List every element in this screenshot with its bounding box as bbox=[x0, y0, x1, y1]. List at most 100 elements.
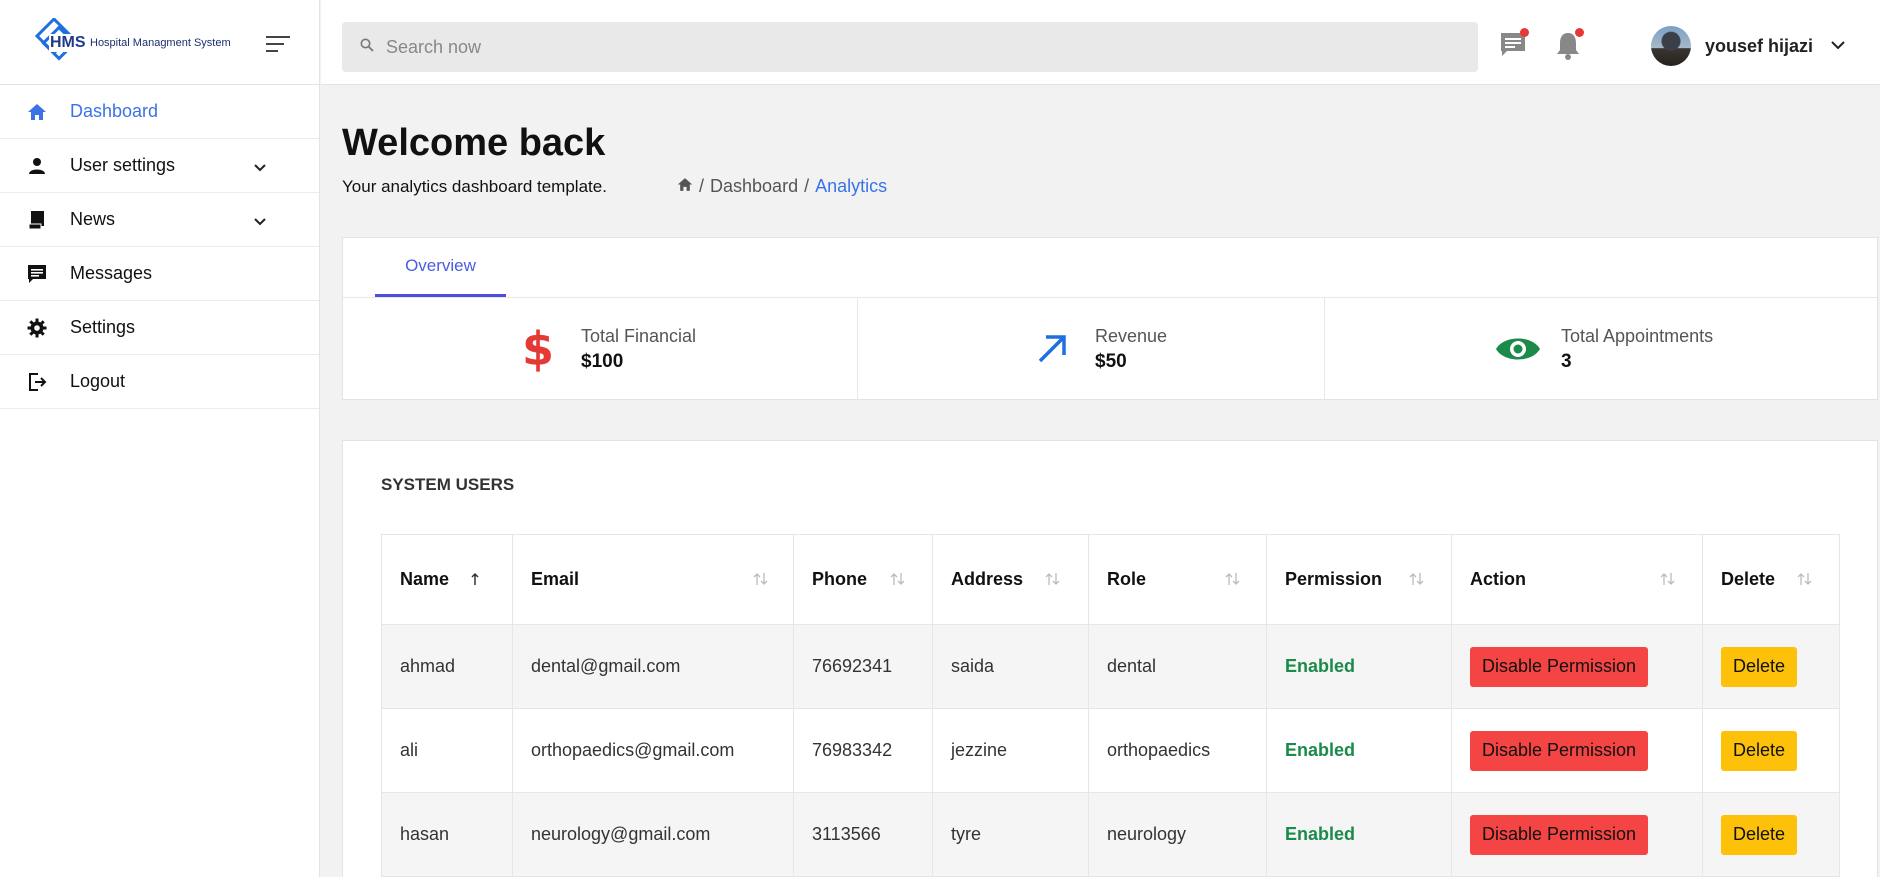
stat-revenue: Revenue $50 bbox=[1027, 298, 1167, 400]
sidebar-item-messages[interactable]: Messages bbox=[0, 247, 319, 301]
sidebar-item-news[interactable]: News bbox=[0, 193, 319, 247]
cell-role: orthopaedics bbox=[1088, 708, 1267, 793]
tab-overview[interactable]: Overview bbox=[375, 238, 506, 297]
divider bbox=[1324, 298, 1325, 400]
column-header-permission[interactable]: Permission bbox=[1266, 534, 1452, 625]
column-header-name[interactable]: Name bbox=[381, 534, 513, 625]
page-subtitle: Your analytics dashboard template. bbox=[342, 177, 607, 196]
sort-icon[interactable] bbox=[1660, 571, 1676, 592]
column-header-phone[interactable]: Phone bbox=[793, 534, 933, 625]
cell-action: Disable Permission bbox=[1451, 624, 1703, 709]
disable-permission-button[interactable]: Disable Permission bbox=[1470, 814, 1649, 855]
sidebar-item-logout[interactable]: Logout bbox=[0, 355, 319, 409]
user-menu[interactable]: yousef hijazi bbox=[1651, 26, 1845, 66]
brand-name: Hospital Managment System bbox=[90, 37, 231, 49]
page-title: Welcome back bbox=[342, 122, 606, 164]
sort-icon[interactable] bbox=[1225, 571, 1241, 592]
cell-delete: Delete bbox=[1702, 624, 1840, 709]
cell-email: neurology@gmail.com bbox=[512, 792, 794, 877]
cell-action: Disable Permission bbox=[1451, 708, 1703, 793]
sidebar-item-label: News bbox=[70, 209, 116, 229]
cell-name: hasan bbox=[381, 792, 513, 877]
stat-value: $100 bbox=[581, 350, 624, 372]
column-header-action[interactable]: Action bbox=[1451, 534, 1703, 625]
column-header-role[interactable]: Role bbox=[1088, 534, 1267, 625]
topbar: yousef hijazi bbox=[321, 0, 1880, 85]
permission-status: Enabled bbox=[1285, 740, 1356, 760]
chevron-down-icon[interactable] bbox=[254, 213, 266, 231]
sidebar-item-dashboard[interactable]: Dashboard bbox=[0, 85, 319, 139]
delete-button[interactable]: Delete bbox=[1721, 814, 1798, 855]
arrow-up-right-icon bbox=[1027, 324, 1077, 374]
cell-delete: Delete bbox=[1702, 792, 1840, 877]
stat-value: $50 bbox=[1095, 350, 1127, 372]
sort-asc-icon[interactable] bbox=[470, 571, 484, 592]
stat-total-financial: $ Total Financial $100 bbox=[513, 298, 696, 400]
home-icon bbox=[26, 101, 48, 123]
cell-name: ali bbox=[381, 708, 513, 793]
sidebar-item-label: Logout bbox=[70, 371, 126, 391]
sidebar-item-label: Dashboard bbox=[70, 101, 159, 121]
hms-logo: HMS bbox=[32, 16, 88, 66]
sidebar-item-settings[interactable]: Settings bbox=[0, 301, 319, 355]
menu-toggle-icon[interactable] bbox=[266, 36, 290, 54]
sidebar-item-label: User settings bbox=[70, 155, 176, 175]
table-row: hasan neurology@gmail.com 3113566 tyre n… bbox=[381, 792, 1840, 877]
home-icon[interactable] bbox=[677, 176, 693, 197]
cell-permission: Enabled bbox=[1266, 624, 1452, 709]
stat-total-appointments: Total Appointments 3 bbox=[1493, 298, 1713, 400]
messages-icon[interactable] bbox=[1499, 28, 1529, 60]
search-bar[interactable] bbox=[342, 22, 1478, 72]
cell-email: dental@gmail.com bbox=[512, 624, 794, 709]
search-input[interactable] bbox=[386, 36, 1436, 58]
eye-icon bbox=[1493, 324, 1543, 374]
stat-label: Total Financial bbox=[581, 325, 697, 346]
logo-text: HMS bbox=[49, 34, 87, 52]
sort-icon[interactable] bbox=[1045, 571, 1061, 592]
gear-icon bbox=[26, 317, 48, 339]
cell-phone: 3113566 bbox=[793, 792, 933, 877]
cell-phone: 76983342 bbox=[793, 708, 933, 793]
message-icon bbox=[26, 263, 48, 285]
brand[interactable]: HMS Hospital Managment System bbox=[0, 0, 319, 85]
system-users-card: SYSTEM USERS Name Email Phone Address Ro… bbox=[342, 440, 1878, 877]
disable-permission-button[interactable]: Disable Permission bbox=[1470, 730, 1649, 771]
stat-label: Revenue bbox=[1095, 325, 1168, 346]
avatar bbox=[1651, 26, 1691, 66]
delete-button[interactable]: Delete bbox=[1721, 730, 1798, 771]
person-icon bbox=[26, 155, 48, 177]
breadcrumb-separator: / bbox=[699, 176, 705, 196]
notification-dot bbox=[1575, 28, 1584, 37]
cell-address: saida bbox=[932, 624, 1089, 709]
delete-button[interactable]: Delete bbox=[1721, 646, 1798, 687]
section-title: SYSTEM USERS bbox=[381, 475, 515, 494]
sidebar-item-user-settings[interactable]: User settings bbox=[0, 139, 319, 193]
logout-icon bbox=[26, 371, 48, 393]
cell-permission: Enabled bbox=[1266, 792, 1452, 877]
table-row: ali orthopaedics@gmail.com 76983342 jezz… bbox=[381, 708, 1840, 793]
breadcrumb-separator: / bbox=[804, 176, 810, 196]
column-header-address[interactable]: Address bbox=[932, 534, 1089, 625]
sort-icon[interactable] bbox=[1797, 571, 1813, 592]
chevron-down-icon[interactable] bbox=[1831, 37, 1845, 55]
dollar-icon: $ bbox=[521, 322, 554, 376]
breadcrumb: / Dashboard / Analytics bbox=[677, 176, 887, 197]
cell-role: dental bbox=[1088, 624, 1267, 709]
sort-icon[interactable] bbox=[890, 571, 906, 592]
user-name: yousef hijazi bbox=[1705, 35, 1814, 56]
cell-address: tyre bbox=[932, 792, 1089, 877]
column-header-delete[interactable]: Delete bbox=[1702, 534, 1840, 625]
bell-icon[interactable] bbox=[1554, 28, 1584, 60]
breadcrumb-dashboard[interactable]: Dashboard bbox=[710, 176, 798, 197]
chevron-down-icon[interactable] bbox=[254, 159, 266, 177]
search-icon bbox=[360, 38, 374, 57]
sort-icon[interactable] bbox=[753, 571, 769, 592]
news-icon bbox=[26, 209, 48, 231]
sort-icon[interactable] bbox=[1409, 571, 1425, 592]
column-header-email[interactable]: Email bbox=[512, 534, 794, 625]
stat-value: 3 bbox=[1561, 350, 1572, 372]
table-row: ahmad dental@gmail.com 76692341 saida de… bbox=[381, 624, 1840, 709]
disable-permission-button[interactable]: Disable Permission bbox=[1470, 646, 1649, 687]
cell-name: ahmad bbox=[381, 624, 513, 709]
cell-phone: 76692341 bbox=[793, 624, 933, 709]
